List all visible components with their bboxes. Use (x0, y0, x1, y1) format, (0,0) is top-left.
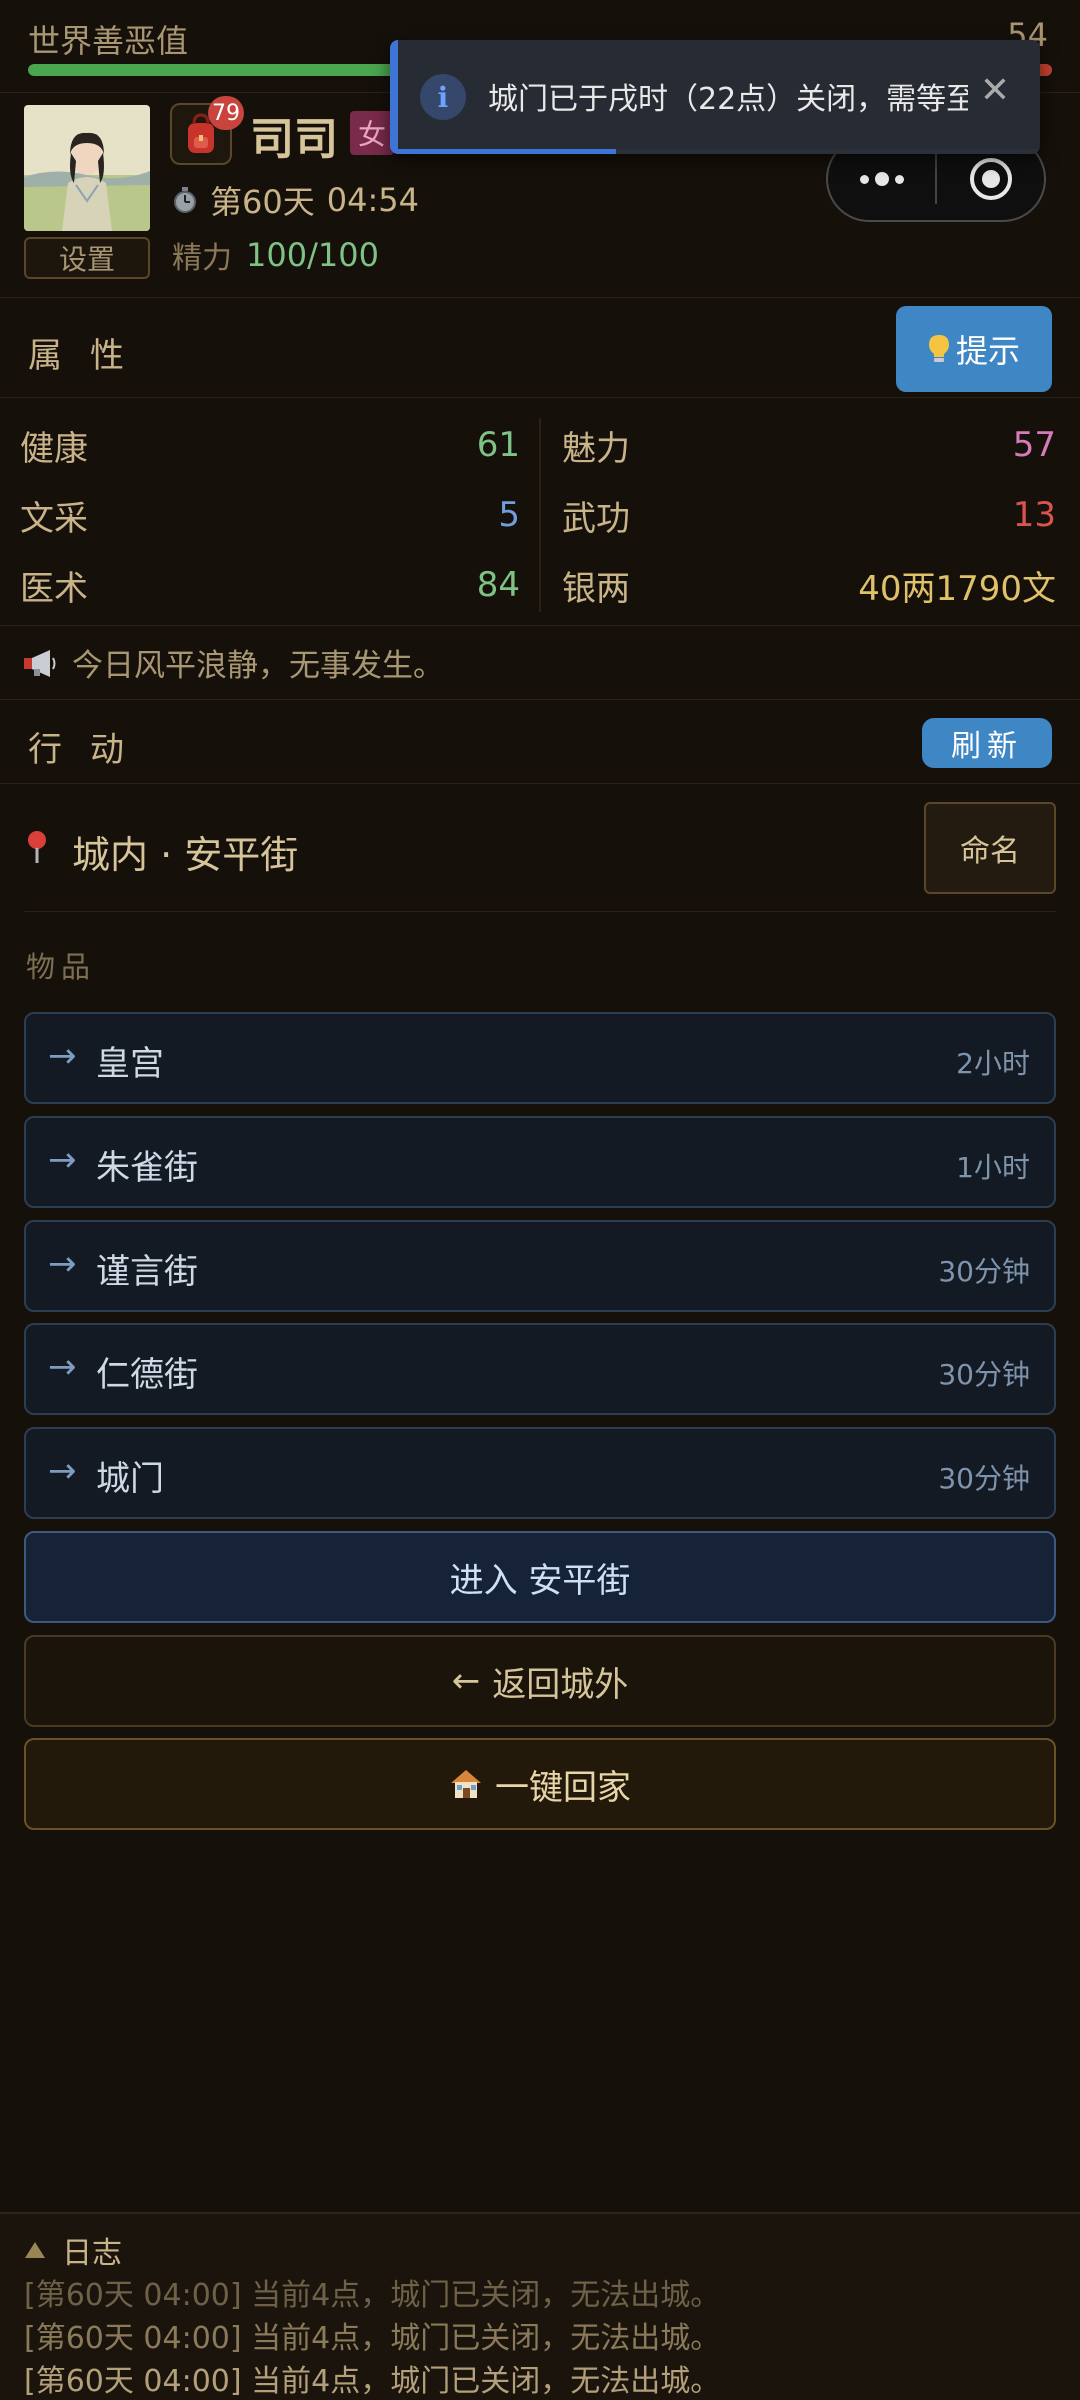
news-text: 今日风平浪静，无事发生。 (72, 648, 444, 684)
return-label: 返回城外 (492, 1664, 629, 1705)
destination-name: 仁德街 (96, 1355, 198, 1395)
current-location-row: 城内 · 安平街 命名 (0, 784, 1080, 912)
arrow-right-icon: → (48, 1451, 77, 1491)
current-location: 城内 · 安平街 (72, 833, 299, 877)
stat-value: 57 (1012, 425, 1056, 465)
destination-name: 朱雀街 (96, 1148, 198, 1188)
attribute-stats: 健康 61 魅力 57 文采 5 武功 13 医术 84 银两 40两1790文 (0, 400, 1080, 626)
actions-header: 行动 刷新 (0, 700, 1080, 784)
house-icon (451, 1770, 481, 1798)
energy-label: 精力 (172, 241, 232, 276)
hint-button[interactable]: 提示 (896, 306, 1052, 392)
go-home-button[interactable]: 一键回家 (24, 1738, 1056, 1830)
return-outside-button[interactable]: ← 返回城外 (24, 1635, 1056, 1727)
player-name: 司司 (250, 114, 338, 165)
stat-value: 84 (476, 565, 520, 605)
attributes-header: 属性 提示 (0, 298, 1080, 398)
energy-value: 100/100 (246, 236, 379, 274)
avatar[interactable] (24, 105, 150, 231)
actions-title: 行动 (28, 730, 152, 770)
inventory-count-badge: 79 (208, 96, 244, 130)
toast-message: 城门已于戌时（22点）关闭，需等至卯时（6点）开启。 (488, 82, 968, 117)
arrow-right-icon: → (48, 1036, 77, 1076)
toast-close-icon[interactable]: ✕ (980, 70, 1010, 111)
travel-time: 1小时 (956, 1151, 1030, 1184)
triangle-up-icon (25, 2242, 45, 2258)
energy-row: 精力 100/100 (172, 233, 379, 277)
info-icon: i (420, 74, 466, 120)
stat-value: 13 (1012, 495, 1056, 535)
go-home-label: 一键回家 (495, 1767, 631, 1808)
stat-health: 健康 61 (20, 410, 520, 480)
destination-item[interactable]: → 朱雀街 1小时 (24, 1116, 1056, 1208)
stat-label: 文采 (20, 498, 88, 539)
stat-label: 魅力 (562, 428, 630, 469)
stat-label: 银两 (562, 568, 630, 609)
log-panel: 日志 [第60天 04:00] 当前4点，城门已关闭，无法出城。 [第60天 0… (0, 2212, 1080, 2400)
game-time: 04:54 (326, 181, 419, 219)
attributes-title: 属性 (28, 336, 152, 376)
travel-time: 2小时 (956, 1047, 1030, 1080)
stat-value: 61 (476, 425, 520, 465)
destination-name: 皇宫 (96, 1044, 164, 1084)
arrow-right-icon: → (48, 1140, 77, 1180)
travel-time: 30分钟 (938, 1462, 1030, 1495)
destination-name: 城门 (96, 1459, 164, 1499)
destination-item[interactable]: → 城门 30分钟 (24, 1427, 1056, 1519)
stat-medicine: 医术 84 (20, 550, 520, 620)
rename-button[interactable]: 命名 (924, 802, 1056, 894)
hint-label: 提示 (955, 332, 1020, 370)
refresh-button[interactable]: 刷新 (922, 718, 1052, 768)
stat-value: 40两1790文 (858, 568, 1056, 609)
stats-divider (539, 418, 541, 612)
destination-item[interactable]: → 皇宫 2小时 (24, 1012, 1056, 1104)
arrow-right-icon: → (48, 1347, 77, 1387)
settings-button[interactable]: 设置 (24, 237, 150, 279)
arrow-right-icon: → (48, 1244, 77, 1284)
lightbulb-icon (928, 335, 949, 362)
target-close-icon (969, 158, 1012, 200)
log-line: [第60天 04:00] 当前4点，城门已关闭，无法出城。 (24, 2278, 721, 2313)
stat-literary: 文采 5 (20, 480, 520, 550)
enter-street-button[interactable]: 进入 安平街 (24, 1531, 1056, 1623)
karma-fill (28, 64, 407, 76)
karma-label: 世界善恶值 (28, 22, 189, 60)
toast-notification: i 城门已于戌时（22点）关闭，需等至卯时（6点）开启。 ✕ (390, 40, 1040, 154)
stat-martial: 武功 13 (562, 480, 1056, 550)
location-pin-icon (28, 831, 46, 863)
stat-silver: 银两 40两1790文 (562, 550, 1056, 620)
stat-label: 武功 (562, 498, 630, 539)
destination-item[interactable]: → 仁德街 30分钟 (24, 1323, 1056, 1415)
log-toggle[interactable]: 日志 (24, 2228, 122, 2272)
stat-label: 医术 (20, 568, 88, 609)
destination-item[interactable]: → 谨言街 30分钟 (24, 1220, 1056, 1312)
stat-label: 健康 (20, 428, 88, 469)
game-day: 第60天 (210, 183, 315, 221)
travel-time: 30分钟 (938, 1358, 1030, 1391)
megaphone-icon (24, 649, 56, 677)
toast-timer-bar (398, 149, 617, 154)
toast-timer-track (398, 149, 1040, 154)
stopwatch-icon (174, 187, 196, 213)
log-line: [第60天 04:00] 当前4点，城门已关闭，无法出城。 (24, 2364, 721, 2399)
items-label: 物品 (26, 950, 97, 984)
log-line: [第60天 04:00] 当前4点，城门已关闭，无法出城。 (24, 2321, 721, 2356)
gender-tag: 女 (350, 111, 394, 155)
log-title: 日志 (62, 2236, 122, 2271)
daily-news: 今日风平浪静，无事发生。 (0, 626, 1080, 700)
arrow-left-icon: ← (451, 1661, 481, 1701)
stat-charm: 魅力 57 (562, 410, 1056, 480)
travel-time: 30分钟 (938, 1255, 1030, 1288)
destination-name: 谨言街 (96, 1252, 198, 1292)
stat-value: 5 (498, 495, 520, 535)
game-clock: 第60天 04:54 (172, 177, 419, 223)
